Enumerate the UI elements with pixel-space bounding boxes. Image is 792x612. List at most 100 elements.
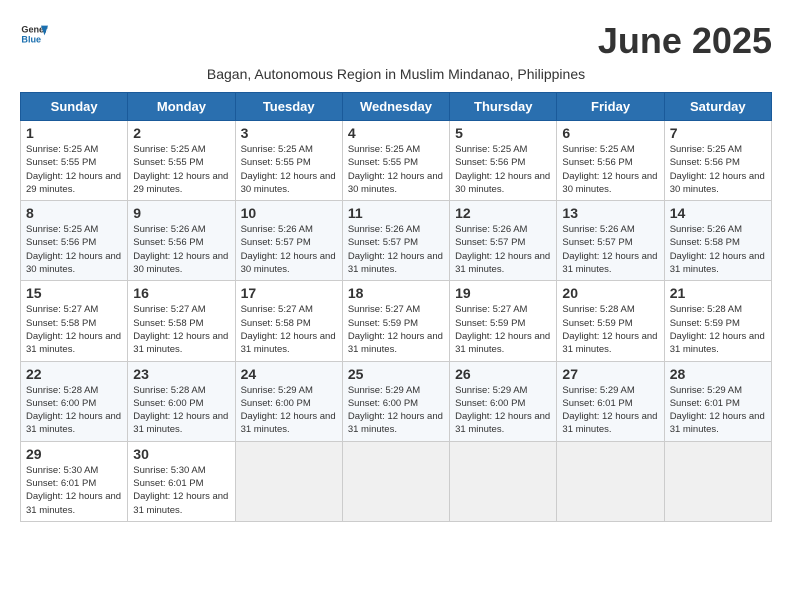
day-number: 14 <box>670 205 766 221</box>
calendar-day: 21 Sunrise: 5:28 AMSunset: 5:59 PMDayligh… <box>664 281 771 361</box>
calendar-day: 9 Sunrise: 5:26 AMSunset: 5:56 PMDaylight… <box>128 201 235 281</box>
logo: General Blue <box>20 20 48 48</box>
day-info: Sunrise: 5:25 AMSunset: 5:56 PMDaylight:… <box>562 143 658 196</box>
day-info: Sunrise: 5:28 AMSunset: 5:59 PMDaylight:… <box>562 303 658 356</box>
day-info: Sunrise: 5:30 AMSunset: 6:01 PMDaylight:… <box>26 464 122 517</box>
day-info: Sunrise: 5:25 AMSunset: 5:55 PMDaylight:… <box>348 143 444 196</box>
day-info: Sunrise: 5:25 AMSunset: 5:56 PMDaylight:… <box>26 223 122 276</box>
day-info: Sunrise: 5:25 AMSunset: 5:55 PMDaylight:… <box>133 143 229 196</box>
calendar-day: 12 Sunrise: 5:26 AMSunset: 5:57 PMDayligh… <box>450 201 557 281</box>
calendar-day: 10 Sunrise: 5:26 AMSunset: 5:57 PMDayligh… <box>235 201 342 281</box>
calendar-table: SundayMondayTuesdayWednesdayThursdayFrid… <box>20 92 772 522</box>
calendar-day: 15 Sunrise: 5:27 AMSunset: 5:58 PMDayligh… <box>21 281 128 361</box>
calendar-day: 19 Sunrise: 5:27 AMSunset: 5:59 PMDayligh… <box>450 281 557 361</box>
calendar-subtitle: Bagan, Autonomous Region in Muslim Minda… <box>20 66 772 82</box>
day-number: 26 <box>455 366 551 382</box>
calendar-day: 30 Sunrise: 5:30 AMSunset: 6:01 PMDayligh… <box>128 441 235 521</box>
day-number: 30 <box>133 446 229 462</box>
day-number: 22 <box>26 366 122 382</box>
day-info: Sunrise: 5:26 AMSunset: 5:57 PMDaylight:… <box>241 223 337 276</box>
day-info: Sunrise: 5:27 AMSunset: 5:58 PMDaylight:… <box>26 303 122 356</box>
calendar-day: 11 Sunrise: 5:26 AMSunset: 5:57 PMDayligh… <box>342 201 449 281</box>
day-number: 12 <box>455 205 551 221</box>
day-info: Sunrise: 5:29 AMSunset: 6:00 PMDaylight:… <box>241 384 337 437</box>
calendar-day: 24Sunrise: 5:29 AMSunset: 6:00 PMDayligh… <box>235 361 342 441</box>
svg-text:Blue: Blue <box>21 34 41 44</box>
month-title: June 2025 <box>598 20 772 62</box>
day-info: Sunrise: 5:25 AMSunset: 5:55 PMDaylight:… <box>26 143 122 196</box>
day-number: 13 <box>562 205 658 221</box>
day-info: Sunrise: 5:25 AMSunset: 5:56 PMDaylight:… <box>455 143 551 196</box>
day-number: 5 <box>455 125 551 141</box>
day-number: 21 <box>670 285 766 301</box>
day-info: Sunrise: 5:25 AMSunset: 5:56 PMDaylight:… <box>670 143 766 196</box>
calendar-day: 26 Sunrise: 5:29 AMSunset: 6:00 PMDayligh… <box>450 361 557 441</box>
day-of-week-header: Sunday <box>21 93 128 121</box>
day-of-week-header: Wednesday <box>342 93 449 121</box>
calendar-day: 2 Sunrise: 5:25 AMSunset: 5:55 PMDaylight… <box>128 121 235 201</box>
day-number: 28 <box>670 366 766 382</box>
day-number: 27 <box>562 366 658 382</box>
calendar-day <box>235 441 342 521</box>
calendar-day <box>664 441 771 521</box>
calendar-day: 6 Sunrise: 5:25 AMSunset: 5:56 PMDaylight… <box>557 121 664 201</box>
calendar-day: 1 Sunrise: 5:25 AMSunset: 5:55 PMDaylight… <box>21 121 128 201</box>
day-number: 7 <box>670 125 766 141</box>
calendar-day: 13 Sunrise: 5:26 AMSunset: 5:57 PMDayligh… <box>557 201 664 281</box>
calendar-day: 25 Sunrise: 5:29 AMSunset: 6:00 PMDayligh… <box>342 361 449 441</box>
day-of-week-header: Friday <box>557 93 664 121</box>
day-number: 6 <box>562 125 658 141</box>
day-number: 2 <box>133 125 229 141</box>
day-info: Sunrise: 5:28 AMSunset: 5:59 PMDaylight:… <box>670 303 766 356</box>
day-info: Sunrise: 5:26 AMSunset: 5:57 PMDaylight:… <box>455 223 551 276</box>
day-info: Sunrise: 5:28 AMSunset: 6:00 PMDaylight:… <box>133 384 229 437</box>
calendar-day: 8 Sunrise: 5:25 AMSunset: 5:56 PMDaylight… <box>21 201 128 281</box>
calendar-day <box>342 441 449 521</box>
day-number: 9 <box>133 205 229 221</box>
day-info: Sunrise: 5:26 AMSunset: 5:57 PMDaylight:… <box>562 223 658 276</box>
day-info: Sunrise: 5:27 AMSunset: 5:59 PMDaylight:… <box>455 303 551 356</box>
calendar-day: 3Sunrise: 5:25 AMSunset: 5:55 PMDaylight… <box>235 121 342 201</box>
day-info: Sunrise: 5:26 AMSunset: 5:58 PMDaylight:… <box>670 223 766 276</box>
calendar-day: 28 Sunrise: 5:29 AMSunset: 6:01 PMDayligh… <box>664 361 771 441</box>
calendar-day <box>557 441 664 521</box>
calendar-day: 5 Sunrise: 5:25 AMSunset: 5:56 PMDaylight… <box>450 121 557 201</box>
calendar-day: 27 Sunrise: 5:29 AMSunset: 6:01 PMDayligh… <box>557 361 664 441</box>
day-info: Sunrise: 5:29 AMSunset: 6:00 PMDaylight:… <box>455 384 551 437</box>
day-number: 3 <box>241 125 337 141</box>
day-info: Sunrise: 5:26 AMSunset: 5:57 PMDaylight:… <box>348 223 444 276</box>
calendar-day: 29 Sunrise: 5:30 AMSunset: 6:01 PMDayligh… <box>21 441 128 521</box>
day-number: 17 <box>241 285 337 301</box>
day-number: 4 <box>348 125 444 141</box>
calendar-day <box>450 441 557 521</box>
calendar-day: 23 Sunrise: 5:28 AMSunset: 6:00 PMDayligh… <box>128 361 235 441</box>
day-info: Sunrise: 5:29 AMSunset: 6:01 PMDaylight:… <box>670 384 766 437</box>
day-info: Sunrise: 5:29 AMSunset: 6:00 PMDaylight:… <box>348 384 444 437</box>
day-of-week-header: Monday <box>128 93 235 121</box>
day-info: Sunrise: 5:27 AMSunset: 5:58 PMDaylight:… <box>133 303 229 356</box>
day-of-week-header: Tuesday <box>235 93 342 121</box>
day-of-week-header: Saturday <box>664 93 771 121</box>
day-info: Sunrise: 5:28 AMSunset: 6:00 PMDaylight:… <box>26 384 122 437</box>
day-number: 15 <box>26 285 122 301</box>
day-number: 20 <box>562 285 658 301</box>
day-number: 19 <box>455 285 551 301</box>
calendar-day: 7 Sunrise: 5:25 AMSunset: 5:56 PMDaylight… <box>664 121 771 201</box>
day-info: Sunrise: 5:30 AMSunset: 6:01 PMDaylight:… <box>133 464 229 517</box>
day-info: Sunrise: 5:29 AMSunset: 6:01 PMDaylight:… <box>562 384 658 437</box>
calendar-day: 14 Sunrise: 5:26 AMSunset: 5:58 PMDayligh… <box>664 201 771 281</box>
calendar-day: 20 Sunrise: 5:28 AMSunset: 5:59 PMDayligh… <box>557 281 664 361</box>
calendar-day: 18Sunrise: 5:27 AMSunset: 5:59 PMDayligh… <box>342 281 449 361</box>
day-number: 11 <box>348 205 444 221</box>
day-info: Sunrise: 5:26 AMSunset: 5:56 PMDaylight:… <box>133 223 229 276</box>
calendar-day: 16 Sunrise: 5:27 AMSunset: 5:58 PMDayligh… <box>128 281 235 361</box>
day-number: 29 <box>26 446 122 462</box>
day-number: 8 <box>26 205 122 221</box>
day-number: 10 <box>241 205 337 221</box>
calendar-day: 4 Sunrise: 5:25 AMSunset: 5:55 PMDaylight… <box>342 121 449 201</box>
day-number: 25 <box>348 366 444 382</box>
day-number: 16 <box>133 285 229 301</box>
day-number: 1 <box>26 125 122 141</box>
day-number: 18 <box>348 285 444 301</box>
day-number: 23 <box>133 366 229 382</box>
